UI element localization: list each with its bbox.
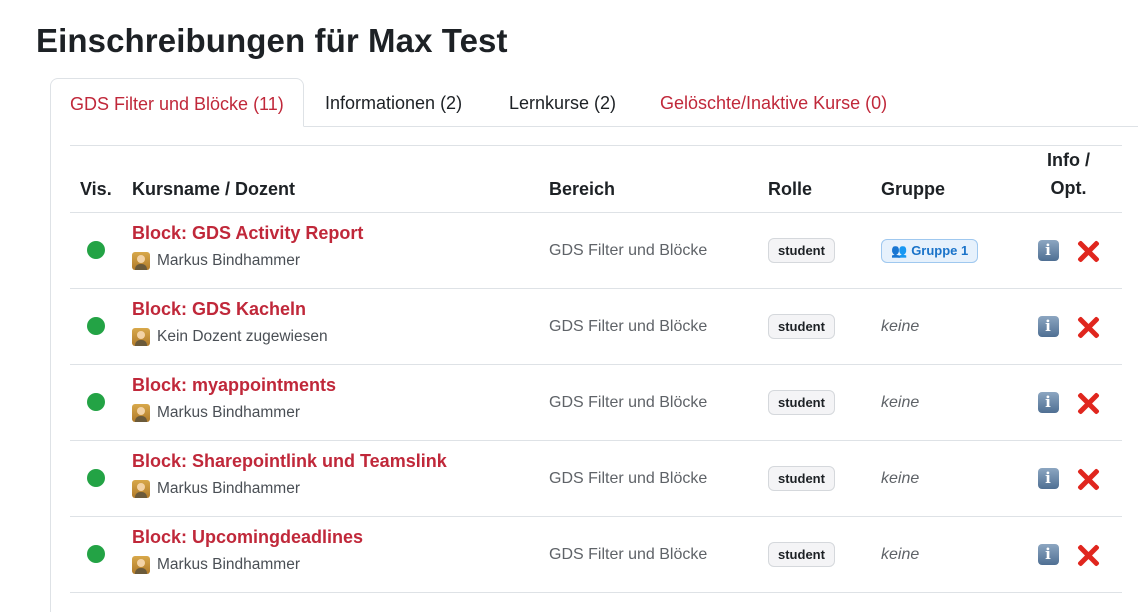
row-options: i [1025,467,1112,491]
teacher: Kein Dozent zugewiesen [132,328,529,346]
table-row: Block: GDS Kacheln Kein Dozent zugewiese… [70,288,1122,365]
table-row: Block: myappointments Markus Bindhammer … [70,364,1122,441]
area-cell: GDS Filter und Blöcke [539,516,758,593]
teacher-name: Markus Bindhammer [157,556,300,573]
info-icon[interactable]: i [1037,240,1059,261]
teacher: Markus Bindhammer [132,404,529,422]
status-dot-icon [87,469,105,487]
tab-geloeschte-inaktive-kurse[interactable]: Gelöschte/Inaktive Kurse (0) [641,78,906,126]
no-group-text: keine [881,469,920,487]
enrolments-table: Vis. Kursname / Dozent Bereich Rolle Gru… [70,145,1122,593]
table-row: Block: Upcomingdeadlines Markus Bindhamm… [70,516,1122,593]
teacher: Markus Bindhammer [132,480,529,498]
no-group-text: keine [881,317,920,335]
table-row: Block: Sharepointlink und Teamslink Mark… [70,440,1122,517]
group-name: Gruppe 1 [911,243,969,258]
tab-panel-border [50,126,51,612]
people-icon: 👥 [891,242,908,258]
course-link[interactable]: Block: myappointments [132,375,529,396]
header-info-opt: Info / Opt. [1015,145,1122,213]
header-info-line2: Opt. [1050,178,1087,198]
row-options: i [1025,315,1112,339]
tab-informationen[interactable]: Informationen (2) [306,78,481,126]
delete-x-icon[interactable] [1076,391,1100,415]
delete-x-icon[interactable] [1076,467,1100,491]
teacher-name: Markus Bindhammer [157,252,300,269]
teacher-name: Kein Dozent zugewiesen [157,328,328,345]
status-dot-icon [87,545,105,563]
tab-lernkurse[interactable]: Lernkurse (2) [490,78,635,126]
header-role: Rolle [758,145,871,213]
role-badge: student [768,314,835,339]
delete-x-icon[interactable] [1076,315,1100,339]
row-options: i [1025,391,1112,415]
teacher-name: Markus Bindhammer [157,480,300,497]
course-link[interactable]: Block: Sharepointlink und Teamslink [132,451,529,472]
no-group-text: keine [881,393,920,411]
status-dot-icon [87,393,105,411]
teacher-avatar-icon [132,480,150,498]
info-icon[interactable]: i [1037,392,1059,413]
course-link[interactable]: Block: GDS Kacheln [132,299,529,320]
header-area: Bereich [539,145,758,213]
row-options: i [1025,543,1112,567]
area-cell: GDS Filter und Blöcke [539,440,758,517]
role-badge: student [768,542,835,567]
table-row: Block: GDS Activity Report Markus Bindha… [70,212,1122,289]
row-options: i [1025,239,1112,263]
table-header-row: Vis. Kursname / Dozent Bereich Rolle Gru… [70,145,1122,213]
course-link[interactable]: Block: GDS Activity Report [132,223,529,244]
no-group-text: keine [881,545,920,563]
group-badge: 👥 Gruppe 1 [881,238,979,263]
info-icon[interactable]: i [1037,468,1059,489]
info-icon[interactable]: i [1037,544,1059,565]
teacher-avatar-icon [132,556,150,574]
teacher-name: Markus Bindhammer [157,404,300,421]
area-cell: GDS Filter und Blöcke [539,288,758,365]
delete-x-icon[interactable] [1076,543,1100,567]
status-dot-icon [87,241,105,259]
role-badge: student [768,238,835,263]
course-link[interactable]: Block: Upcomingdeadlines [132,527,529,548]
area-cell: GDS Filter und Blöcke [539,364,758,441]
info-icon[interactable]: i [1037,316,1059,337]
area-cell: GDS Filter und Blöcke [539,212,758,289]
header-vis: Vis. [70,145,122,213]
teacher: Markus Bindhammer [132,252,529,270]
role-badge: student [768,390,835,415]
header-group: Gruppe [871,145,1015,213]
header-info-line1: Info / [1047,150,1090,170]
delete-x-icon[interactable] [1076,239,1100,263]
status-dot-icon [87,317,105,335]
role-badge: student [768,466,835,491]
teacher-avatar-icon [132,328,150,346]
header-course: Kursname / Dozent [122,145,539,213]
page-title: Einschreibungen für Max Test [36,22,508,59]
tab-bar: GDS Filter und Blöcke (11) Informationen… [50,78,1138,127]
tab-gds-filter-bloecke[interactable]: GDS Filter und Blöcke (11) [50,78,304,127]
teacher-avatar-icon [132,252,150,270]
teacher: Markus Bindhammer [132,556,529,574]
teacher-avatar-icon [132,404,150,422]
